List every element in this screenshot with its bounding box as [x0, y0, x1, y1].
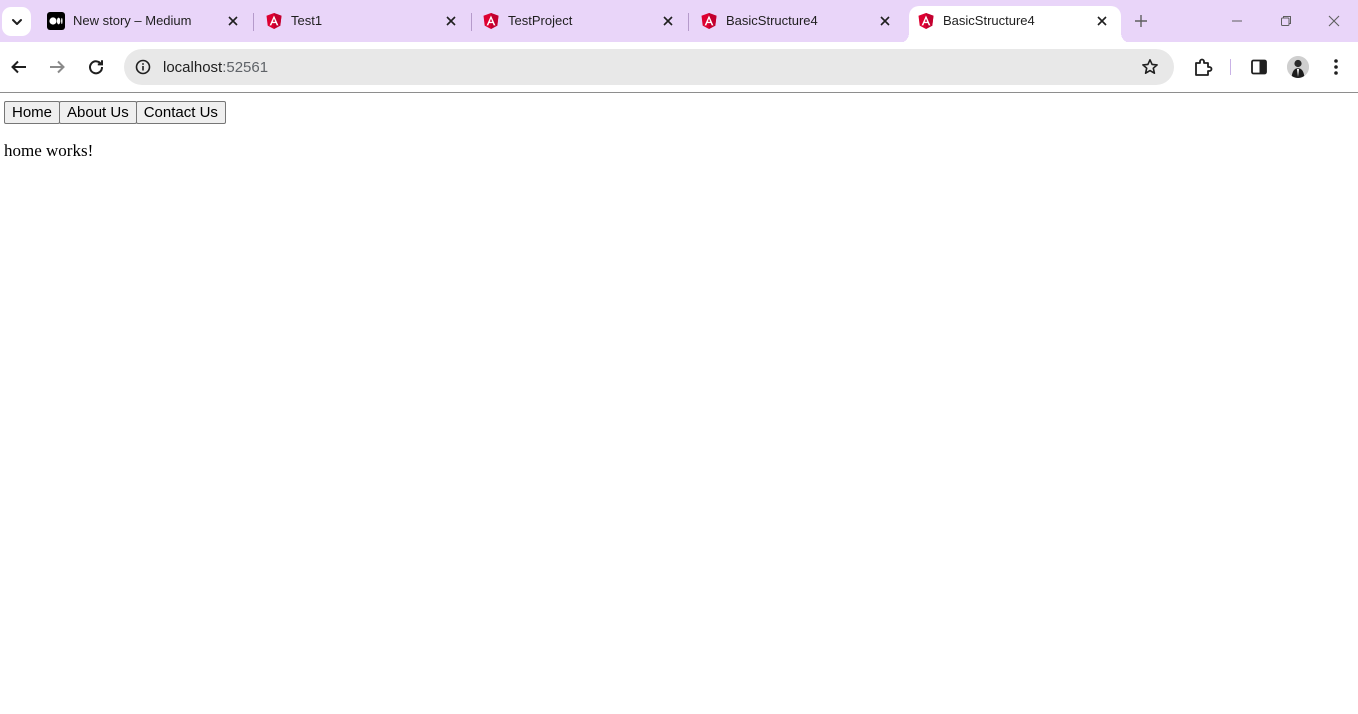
url-port: :52561 [222, 59, 269, 76]
restore-button[interactable] [1277, 12, 1295, 30]
close-icon [1328, 15, 1340, 27]
tab-test1[interactable]: Test1 [265, 0, 465, 42]
new-tab-button[interactable] [1132, 12, 1150, 30]
window-close-button[interactable] [1325, 12, 1343, 30]
menu-button[interactable] [1325, 56, 1347, 78]
plus-icon [1135, 15, 1147, 27]
back-button[interactable] [8, 56, 30, 78]
close-icon[interactable] [224, 12, 242, 30]
tab-search-button[interactable] [2, 7, 31, 36]
reload-icon [89, 60, 104, 75]
home-button[interactable]: Home [4, 101, 61, 124]
tab-basicstructure4[interactable]: BasicStructure4 [700, 0, 900, 42]
url-text[interactable]: localhost:52561 [163, 59, 268, 76]
extensions-button[interactable] [1192, 56, 1214, 78]
profile-avatar[interactable] [1287, 56, 1309, 78]
about-us-button[interactable]: About Us [59, 101, 137, 124]
page-nav: Home About Us Contact Us [4, 101, 226, 124]
tab-title: New story – Medium [73, 13, 192, 28]
arrow-left-icon [11, 60, 26, 74]
angular-icon [700, 12, 718, 30]
info-icon[interactable] [134, 58, 152, 76]
medium-icon [47, 12, 65, 30]
minimize-icon [1232, 20, 1242, 22]
close-icon[interactable] [659, 12, 677, 30]
tab-separator [253, 13, 254, 31]
tab-title: TestProject [508, 13, 573, 28]
tab-testproject[interactable]: TestProject [482, 0, 682, 42]
home-message: home works! [4, 141, 94, 160]
url-host: localhost [163, 59, 223, 76]
restore-icon [1281, 16, 1291, 26]
avatar-icon [1287, 56, 1309, 78]
tab-separator [688, 13, 689, 31]
browser-toolbar: localhost:52561 [0, 42, 1358, 93]
tab-basicstructure4-active[interactable]: BasicStructure4 [899, 6, 1131, 43]
arrow-right-icon [50, 60, 65, 74]
side-panel-icon [1251, 59, 1267, 75]
tab-separator [471, 13, 472, 31]
close-icon[interactable] [1093, 12, 1111, 30]
tab-content: BasicStructure4 [917, 0, 1117, 42]
minimize-button[interactable] [1228, 12, 1246, 30]
tab-title: BasicStructure4 [726, 13, 818, 28]
angular-icon [265, 12, 283, 30]
chevron-down-icon [11, 18, 22, 25]
puzzle-icon [1195, 58, 1213, 76]
more-vertical-icon [1334, 59, 1338, 75]
page-content: Home About Us Contact Us home works! [0, 93, 1358, 714]
angular-icon [917, 12, 935, 30]
angular-icon [482, 12, 500, 30]
bookmark-star-icon[interactable] [1140, 57, 1160, 77]
close-icon[interactable] [876, 12, 894, 30]
tab-strip: New story – Medium Test1 TestProject Bas… [0, 0, 1358, 43]
reload-button[interactable] [85, 56, 107, 78]
close-icon[interactable] [442, 12, 460, 30]
tab-medium[interactable]: New story – Medium [47, 0, 247, 42]
address-bar[interactable]: localhost:52561 [124, 49, 1174, 85]
contact-us-button[interactable]: Contact Us [135, 101, 226, 124]
side-panel-button[interactable] [1248, 56, 1270, 78]
forward-button[interactable] [46, 56, 68, 78]
toolbar-separator [1230, 59, 1231, 75]
tab-title: BasicStructure4 [943, 13, 1035, 28]
tab-title: Test1 [291, 13, 323, 28]
